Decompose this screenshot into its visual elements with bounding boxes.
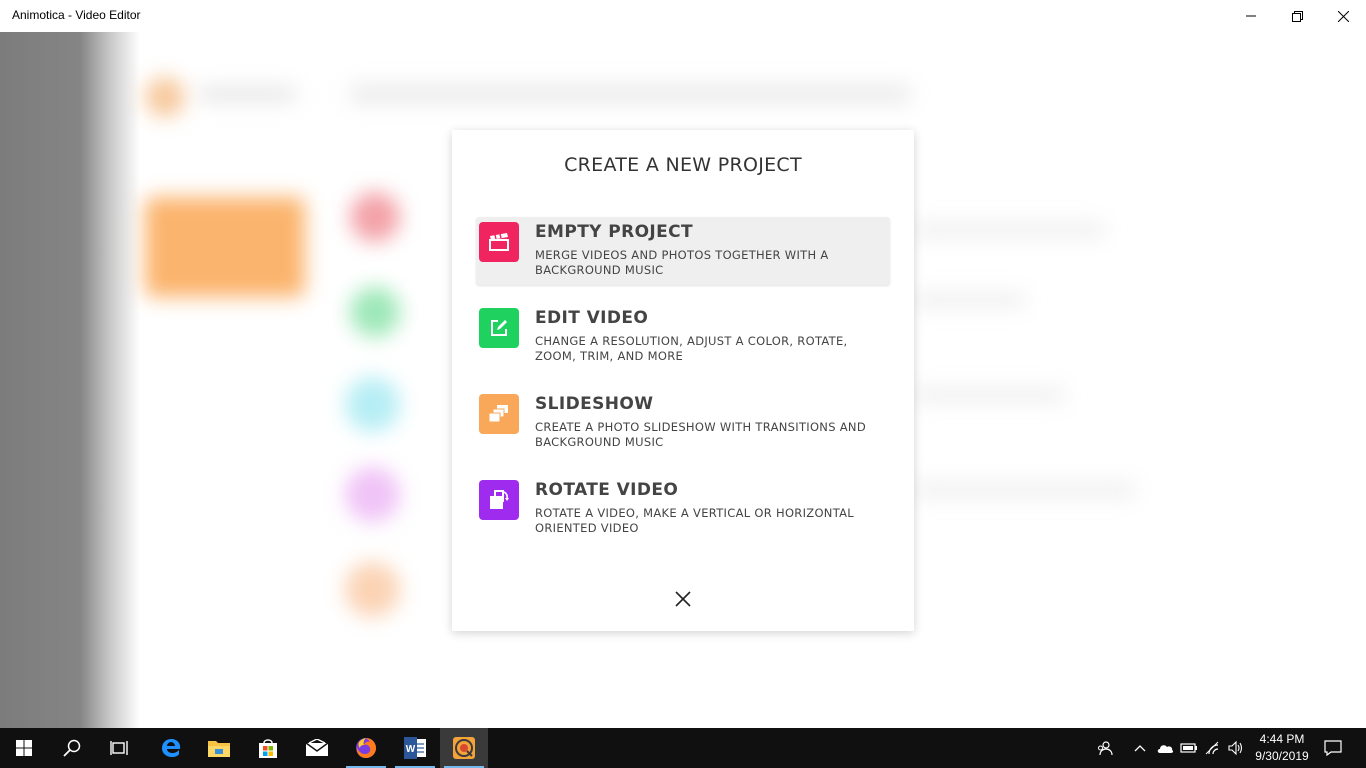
close-window-button[interactable]	[1320, 0, 1366, 32]
people-button[interactable]	[1093, 728, 1117, 768]
option-title: ROTATE VIDEO	[535, 480, 679, 500]
new-project-dialog: CREATE A NEW PROJECT EMPTY PROJECT MERGE…	[452, 130, 914, 631]
purple-circle-blurred	[345, 467, 400, 522]
taskbar-edge[interactable]	[147, 728, 195, 768]
minimize-button[interactable]	[1228, 0, 1274, 32]
text-blurred	[915, 222, 1105, 238]
close-dialog-button[interactable]	[672, 588, 694, 610]
option-edit-video[interactable]: EDIT VIDEO CHANGE A RESOLUTION, ADJUST A…	[476, 303, 890, 371]
taskbar-store[interactable]	[244, 728, 292, 768]
battery-icon	[1180, 743, 1197, 753]
maximize-button[interactable]	[1274, 0, 1320, 32]
option-description: ROTATE A VIDEO, MAKE A VERTICAL OR HORIZ…	[535, 506, 855, 535]
rotate-icon	[479, 480, 519, 520]
windows-start-icon	[16, 740, 32, 756]
window-title: Animotica - Video Editor	[12, 8, 141, 22]
clock-date: 9/30/2019	[1255, 749, 1309, 763]
onedrive-icon	[1157, 745, 1174, 753]
file-explorer-icon	[208, 741, 230, 757]
dialog-title: CREATE A NEW PROJECT	[564, 154, 802, 176]
taskbar-word[interactable]: W	[391, 728, 439, 768]
text-blurred	[200, 87, 295, 101]
orange-panel-blurred	[145, 197, 305, 297]
firefox-icon	[356, 738, 376, 758]
option-title: EMPTY PROJECT	[535, 222, 694, 242]
action-center-button[interactable]	[1318, 728, 1348, 768]
word-icon: W	[404, 737, 426, 759]
cyan-circle-blurred	[345, 377, 400, 432]
title-bar: Animotica - Video Editor	[0, 0, 1366, 32]
clapperboard-icon	[479, 222, 519, 262]
logo-blurred	[145, 77, 185, 117]
peach-circle-blurred	[345, 562, 400, 617]
close-icon	[675, 591, 691, 607]
option-rotate-video[interactable]: ROTATE VIDEO ROTATE A VIDEO, MAKE A VERT…	[476, 475, 890, 543]
taskbar-mail[interactable]	[293, 728, 341, 768]
chevron-up-icon	[1134, 745, 1146, 752]
mail-icon	[305, 739, 329, 756]
wifi-icon	[1205, 741, 1219, 755]
notifications-icon	[1324, 740, 1342, 756]
taskbar-animotica[interactable]	[440, 728, 488, 768]
restore-icon	[1291, 10, 1303, 22]
edge-icon	[162, 739, 181, 757]
text-blurred	[915, 387, 1065, 403]
svg-text:W: W	[406, 744, 416, 755]
slides-icon	[479, 394, 519, 434]
battery-button[interactable]	[1178, 728, 1200, 768]
network-button[interactable]	[1203, 728, 1225, 768]
animotica-icon	[453, 737, 475, 759]
edit-icon	[479, 308, 519, 348]
minimize-icon	[1246, 15, 1256, 17]
taskbar-clock[interactable]: 4:44 PM 9/30/2019	[1250, 731, 1314, 765]
show-hidden-icons-button[interactable]	[1130, 728, 1150, 768]
people-icon	[1098, 741, 1113, 756]
text-blurred	[915, 292, 1025, 308]
red-circle-blurred	[350, 192, 400, 242]
task-view-button[interactable]	[96, 728, 144, 768]
task-view-icon	[110, 741, 128, 755]
volume-button[interactable]	[1226, 728, 1246, 768]
close-icon	[1337, 10, 1349, 22]
option-description: MERGE VIDEOS AND PHOTOS TOGETHER WITH A …	[535, 248, 829, 277]
option-description: CREATE A PHOTO SLIDESHOW WITH TRANSITION…	[535, 420, 866, 449]
taskbar-firefox[interactable]	[342, 728, 390, 768]
option-title: EDIT VIDEO	[535, 308, 649, 328]
onedrive-button[interactable]	[1154, 728, 1176, 768]
option-description: CHANGE A RESOLUTION, ADJUST A COLOR, ROT…	[535, 334, 848, 363]
volume-icon	[1228, 741, 1243, 755]
search-button[interactable]	[48, 728, 96, 768]
option-title: SLIDESHOW	[535, 394, 654, 414]
taskbar: W 4:44 PM 9/30/2019	[0, 728, 1366, 768]
sidebar-blurred	[0, 32, 140, 728]
search-icon	[63, 739, 81, 757]
option-slideshow[interactable]: SLIDESHOW CREATE A PHOTO SLIDESHOW WITH …	[476, 389, 890, 457]
header-blurred	[350, 84, 910, 104]
green-circle-blurred	[350, 287, 400, 337]
text-blurred	[915, 482, 1135, 498]
store-icon	[259, 739, 277, 758]
clock-time: 4:44 PM	[1259, 732, 1305, 746]
start-button[interactable]	[0, 728, 48, 768]
option-empty-project[interactable]: EMPTY PROJECT MERGE VIDEOS AND PHOTOS TO…	[476, 217, 890, 285]
taskbar-file-explorer[interactable]	[195, 728, 243, 768]
